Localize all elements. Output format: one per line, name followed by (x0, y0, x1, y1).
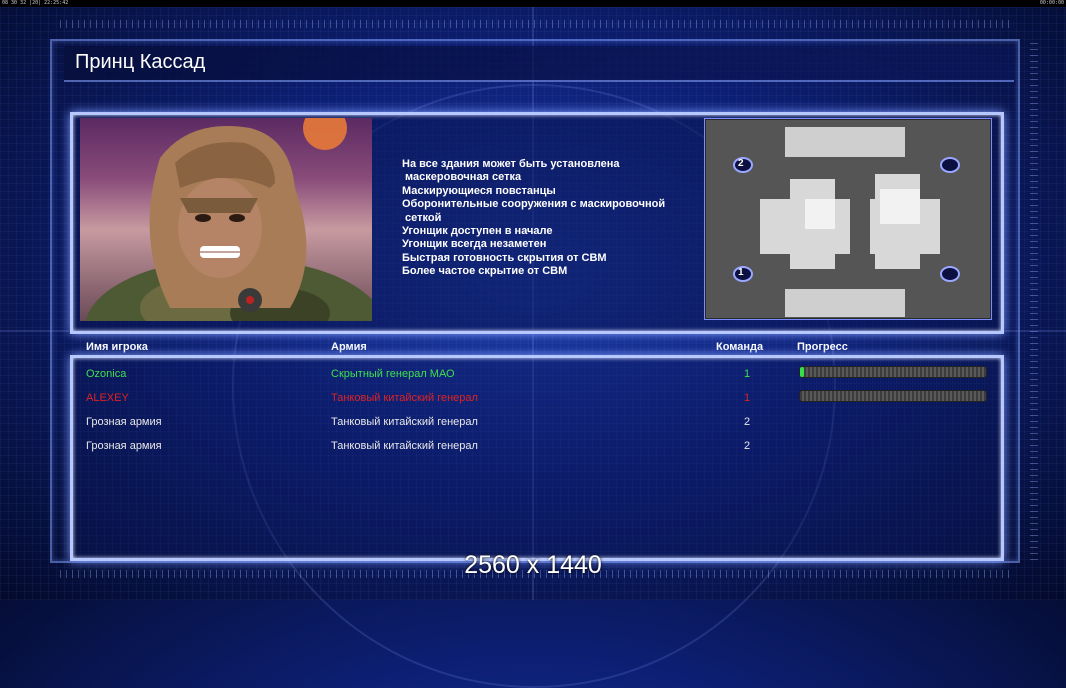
header-army: Армия (331, 341, 367, 353)
progress-bar (799, 390, 987, 402)
player-name[interactable]: Грозная армия (86, 416, 162, 428)
top-ruler (60, 20, 1010, 28)
feature-item: Более частое скрытие от СВМ (402, 265, 568, 278)
header-player-name: Имя игрока (86, 341, 148, 353)
header-team: Команда (716, 341, 764, 353)
title-bar (64, 46, 1014, 82)
general-features-list: На все здания может быть установлена мас… (402, 158, 692, 279)
start-position-1[interactable]: 1 (738, 267, 744, 278)
team-number: 2 (744, 416, 751, 428)
army-name: Танковый китайский генерал (331, 416, 478, 428)
clock-right: 00:00:00 (1039, 0, 1064, 6)
header-progress: Прогресс (797, 341, 848, 353)
feature-item: Угонщик доступен в начале (402, 225, 553, 238)
progress-fill (800, 367, 804, 377)
table-row: Ozonica Скрытный генерал МАО 1 (0, 364, 1066, 384)
portrait-image (85, 118, 372, 321)
feature-item: сеткой (402, 211, 442, 224)
minimap-terrain (705, 119, 991, 319)
table-row: ALEXEY Танковый китайский генерал 1 (0, 388, 1066, 408)
clock-left: 08 30 32 |20| 22:25:42 (2, 0, 69, 6)
general-name: Принц Кассад (75, 51, 206, 73)
team-number: 1 (744, 368, 751, 380)
start-position-2[interactable]: 2 (738, 158, 744, 169)
table-row: Грозная армия Танковый китайский генерал 2 (0, 412, 1066, 432)
minimap[interactable]: 2 1 (704, 118, 992, 320)
player-name[interactable]: ALEXEY (86, 392, 129, 404)
team-number: 1 (744, 392, 751, 404)
player-name[interactable]: Ozonica (86, 368, 126, 380)
army-name: Скрытный генерал МАО (331, 368, 455, 380)
feature-item: маскеровочная сетка (402, 171, 522, 184)
resolution-watermark: 2560 x 1440 (464, 551, 602, 579)
table-row: Грозная армия Танковый китайский генерал 2 (0, 436, 1066, 456)
right-ruler (1030, 40, 1038, 560)
player-name[interactable]: Грозная армия (86, 440, 162, 452)
feature-item: Оборонительные сооружения с маскировочно… (402, 198, 666, 211)
team-number: 2 (744, 440, 751, 452)
feature-item: Быстрая готовность скрытия от СВМ (402, 251, 607, 264)
players-panel (70, 355, 1004, 561)
progress-bar (799, 366, 987, 378)
feature-item: На все здания может быть установлена (402, 158, 620, 170)
army-name: Танковый китайский генерал (331, 440, 478, 452)
feature-item: Маскирующиеся повстанцы (402, 184, 556, 197)
feature-item: Угонщик всегда незаметен (402, 238, 547, 251)
top-status-bar: 08 30 32 |20| 22:25:42 00:00:00 (0, 0, 1066, 7)
army-name: Танковый китайский генерал (331, 392, 478, 404)
general-portrait (80, 118, 372, 321)
